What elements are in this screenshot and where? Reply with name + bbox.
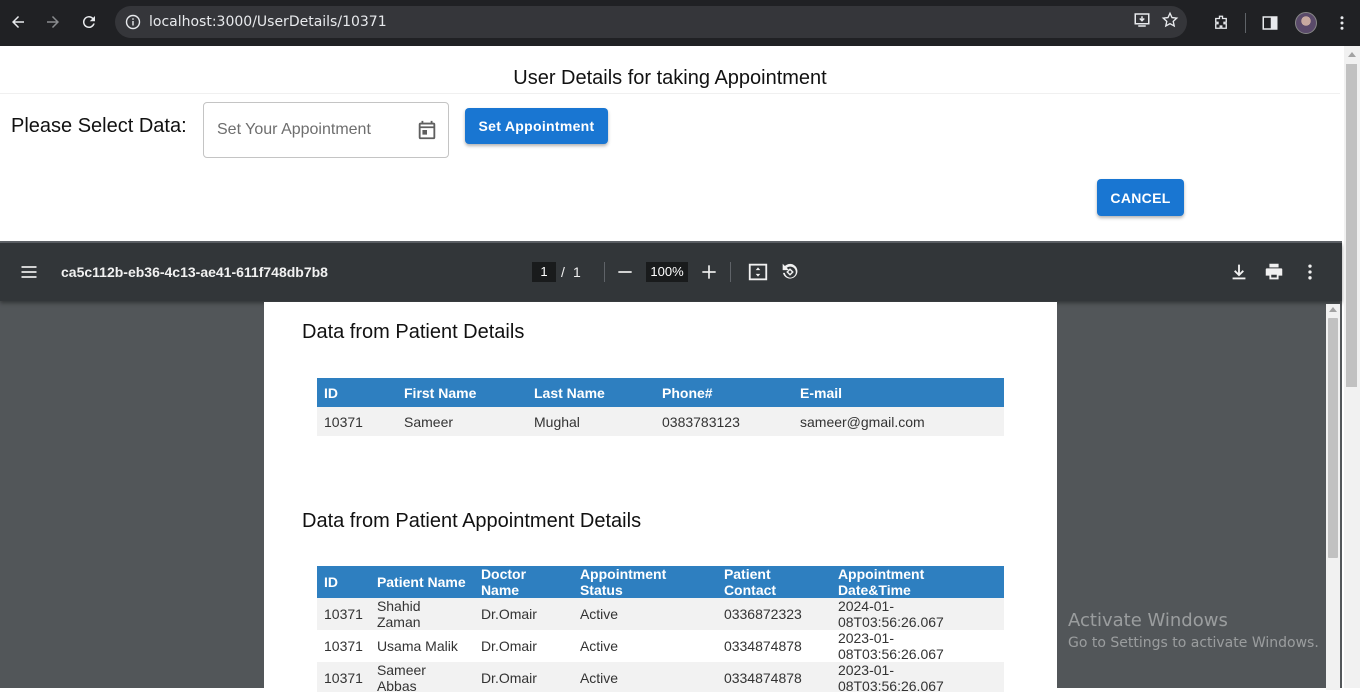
pdf-filename: ca5c112b-eb36-4c13-ae41-611f748db7b8 — [61, 264, 328, 280]
table-cell: Active — [572, 630, 717, 662]
appointment-date-input[interactable] — [217, 121, 397, 139]
activate-windows-watermark: Activate Windows Go to Settings to activ… — [1068, 610, 1319, 651]
back-arrow-icon — [12, 16, 24, 28]
zoom-in-icon[interactable] — [699, 262, 719, 282]
pdf-page: Data from Patient Details ID First Name … — [264, 302, 1057, 692]
table-cell: sameer@gmail.com — [793, 407, 1004, 436]
table-cell: 0383783123 — [655, 407, 793, 436]
forward-button[interactable] — [35, 4, 71, 40]
table-cell: Mughal — [527, 407, 655, 436]
pdf-scrollbar[interactable] — [1326, 304, 1340, 690]
watermark-subtitle: Go to Settings to activate Windows. — [1068, 635, 1319, 651]
column-header: Patient Contact — [716, 566, 831, 598]
select-data-label: Please Select Data: — [11, 115, 187, 137]
column-header: First Name — [397, 378, 527, 407]
browser-menu-icon[interactable] — [1324, 5, 1360, 41]
print-icon[interactable] — [1263, 261, 1285, 283]
column-header: ID — [317, 378, 397, 407]
watermark-title: Activate Windows — [1068, 610, 1228, 631]
column-header: Last Name — [527, 378, 655, 407]
pdf-divider — [604, 262, 605, 282]
set-appointment-button[interactable]: Set Appointment — [465, 108, 608, 144]
page-content: User Details for taking Appointment Plea… — [0, 46, 1344, 692]
avatar — [1295, 12, 1317, 34]
calendar-icon[interactable] — [416, 119, 438, 141]
appointment-details-heading: Data from Patient Appointment Details — [302, 510, 642, 532]
title-divider — [0, 93, 1340, 94]
side-panel-icon[interactable] — [1252, 5, 1288, 41]
table-cell: Dr.Omair — [473, 598, 573, 630]
reload-icon — [82, 16, 95, 29]
fit-to-page-icon[interactable] — [747, 261, 769, 283]
extensions-icon[interactable] — [1203, 5, 1239, 41]
table-cell: 10371 — [317, 598, 370, 630]
table-cell: 0336872323 — [716, 598, 831, 630]
table-header-row: ID Patient Name Doctor Name Appointment … — [317, 566, 1004, 598]
column-header: Appointment Date&Time — [830, 566, 1004, 598]
column-header: Patient Name — [369, 566, 474, 598]
pdf-zoom-input[interactable]: 100% — [646, 262, 688, 282]
site-info-icon[interactable] — [117, 6, 149, 38]
pdf-divider — [730, 262, 731, 282]
pdf-scrollbar-thumb[interactable] — [1328, 318, 1338, 558]
table-cell: Sameer — [397, 407, 527, 436]
patient-details-table: ID First Name Last Name Phone# E-mail 10… — [317, 378, 1004, 436]
page-title: User Details for taking Appointment — [513, 67, 827, 89]
bookmark-star-icon[interactable] — [1161, 11, 1179, 34]
install-app-icon[interactable] — [1133, 11, 1151, 34]
column-header: ID — [317, 566, 370, 598]
forward-arrow-icon — [47, 16, 59, 28]
scroll-up-arrow-icon[interactable] — [1329, 307, 1337, 312]
address-bar[interactable]: localhost:3000/UserDetails/10371 — [115, 6, 1187, 38]
page-scrollbar[interactable] — [1344, 46, 1360, 688]
table-cell: 0334874878 — [716, 630, 831, 662]
pdf-page-input[interactable]: 1 — [532, 262, 556, 282]
table-cell: Dr.Omair — [473, 630, 573, 662]
table-row: 10371 Sameer Mughal 0383783123 sameer@gm… — [317, 407, 1004, 436]
patient-details-heading: Data from Patient Details — [302, 321, 525, 343]
scroll-up-arrow-icon[interactable] — [1348, 52, 1356, 57]
table-cell: 2024-01-08T03:56:26.067 — [830, 598, 1004, 630]
pdf-more-icon[interactable] — [1300, 261, 1320, 283]
browser-toolbar: localhost:3000/UserDetails/10371 — [0, 0, 1360, 46]
column-header: E-mail — [793, 378, 1004, 407]
appointment-date-field[interactable] — [203, 102, 449, 158]
table-row: 10371 Shahid Zaman Dr.Omair Active 03368… — [317, 598, 1004, 630]
table-row: 10371 Usama Malik Dr.Omair Active 033487… — [317, 630, 1004, 662]
cancel-button[interactable]: CANCEL — [1097, 179, 1184, 216]
pdf-menu-icon[interactable] — [19, 262, 39, 282]
pdf-page-separator: / — [561, 264, 565, 280]
profile-avatar[interactable] — [1288, 5, 1324, 41]
toolbar-divider — [1245, 13, 1246, 33]
reload-button[interactable] — [71, 4, 107, 40]
table-cell: Active — [572, 598, 717, 630]
pdf-total-pages: 1 — [573, 264, 581, 280]
table-cell: 10371 — [317, 630, 370, 662]
url-text: localhost:3000/UserDetails/10371 — [149, 14, 387, 30]
table-cell: Usama Malik — [369, 630, 474, 662]
back-button[interactable] — [0, 4, 36, 40]
zoom-out-icon[interactable] — [615, 262, 635, 282]
column-header: Doctor Name — [473, 566, 573, 598]
column-header: Appointment Status — [572, 566, 717, 598]
page-scrollbar-thumb[interactable] — [1346, 64, 1357, 387]
column-header: Phone# — [655, 378, 793, 407]
table-cell: Shahid Zaman — [369, 598, 474, 630]
rotate-icon[interactable] — [779, 261, 801, 283]
pdf-toolbar: ca5c112b-eb36-4c13-ae41-611f748db7b8 1 /… — [0, 243, 1342, 301]
table-cell: 2023-01-08T03:56:26.067 — [830, 630, 1004, 662]
table-cell: 10371 — [317, 407, 397, 436]
table-header-row: ID First Name Last Name Phone# E-mail — [317, 378, 1004, 407]
appointment-details-table: ID Patient Name Doctor Name Appointment … — [317, 566, 1004, 692]
download-icon[interactable] — [1228, 261, 1250, 283]
